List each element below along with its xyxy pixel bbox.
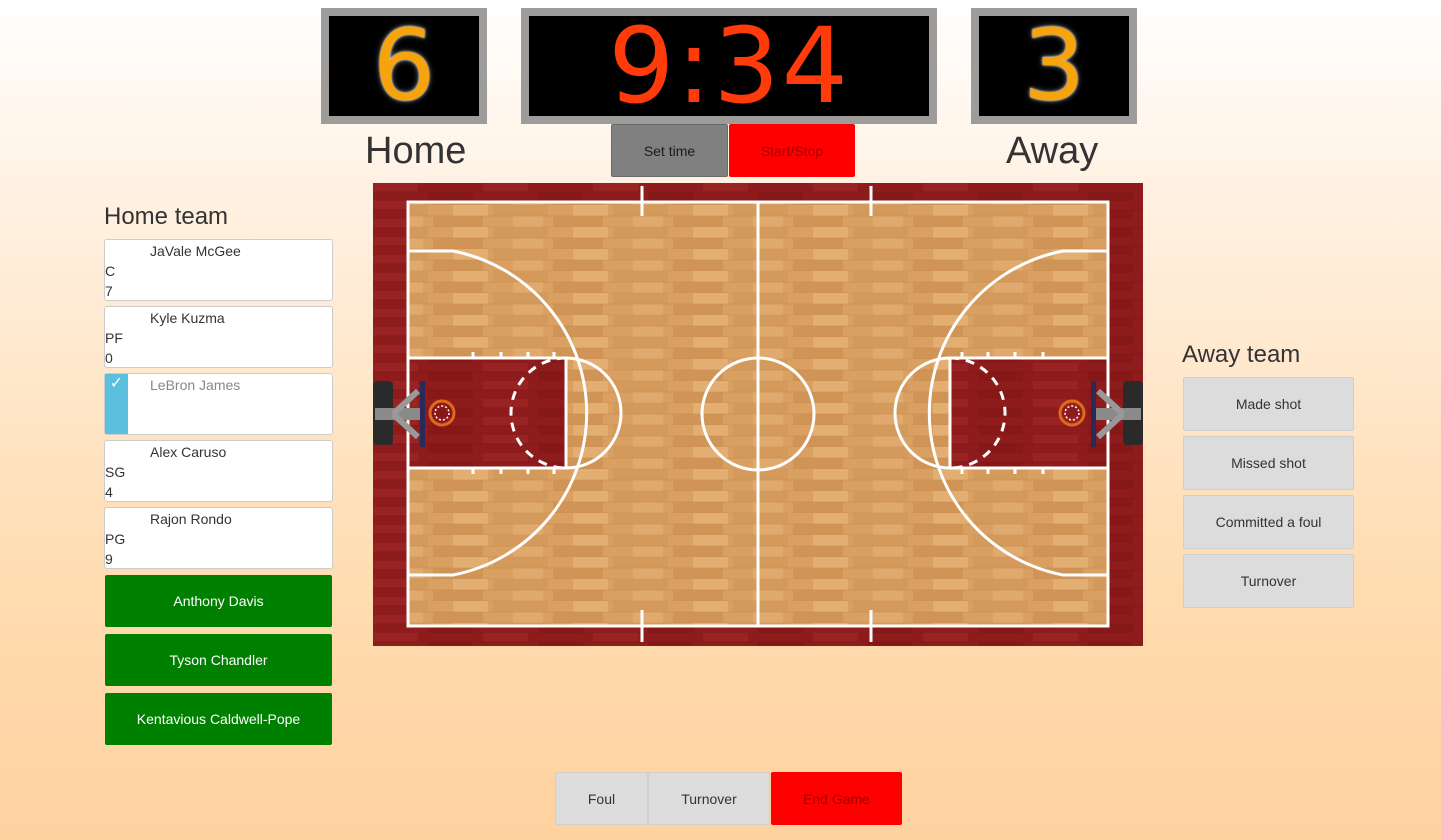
game-clock: 9:34 xyxy=(608,5,850,127)
home-team-title: Home team xyxy=(104,203,229,230)
player-card[interactable]: Kyle Kuzma PF 0 xyxy=(104,306,333,368)
selected-indicator: ✓ xyxy=(105,374,128,434)
basketball-court[interactable] xyxy=(373,183,1143,646)
turnover-button[interactable]: Turnover xyxy=(648,772,770,825)
home-score: 6 xyxy=(372,9,436,123)
player-number: 0 xyxy=(105,350,113,366)
bench-player-button[interactable]: Kentavious Caldwell-Pope xyxy=(105,693,332,745)
missed-shot-button[interactable]: Missed shot xyxy=(1183,436,1354,490)
away-team-title: Away team xyxy=(1182,341,1301,368)
player-position: C xyxy=(105,263,116,279)
game-clock-panel: 9:34 xyxy=(521,8,937,124)
player-name: Kyle Kuzma xyxy=(150,310,225,326)
committed-foul-button[interactable]: Committed a foul xyxy=(1183,495,1354,549)
player-card[interactable]: Alex Caruso SG 4 xyxy=(104,440,333,502)
player-position: PF xyxy=(105,330,123,346)
player-name: Alex Caruso xyxy=(150,444,227,460)
player-number: 9 xyxy=(105,551,113,567)
player-card[interactable]: JaVale McGee C 7 xyxy=(104,239,333,301)
player-name: JaVale McGee xyxy=(150,243,241,259)
set-time-button[interactable]: Set time xyxy=(611,124,728,177)
away-score-panel: 3 xyxy=(971,8,1137,124)
player-number: 7 xyxy=(105,283,113,299)
away-score: 3 xyxy=(1022,9,1086,123)
player-name: LeBron James xyxy=(150,377,241,393)
start-stop-button[interactable]: Start/Stop xyxy=(729,124,855,177)
checkmark-icon: ✓ xyxy=(109,375,124,392)
player-position: PG xyxy=(105,531,126,547)
away-label: Away xyxy=(1006,130,1099,172)
home-label: Home xyxy=(365,130,467,172)
made-shot-button[interactable]: Made shot xyxy=(1183,377,1354,431)
home-score-panel: 6 xyxy=(321,8,487,124)
bench-player-button[interactable]: Anthony Davis xyxy=(105,575,332,627)
player-name: Rajon Rondo xyxy=(150,511,232,527)
bench-player-button[interactable]: Tyson Chandler xyxy=(105,634,332,686)
left-key xyxy=(408,358,566,468)
away-turnover-button[interactable]: Turnover xyxy=(1183,554,1354,608)
player-position: SG xyxy=(105,464,126,480)
end-game-button[interactable]: End Game xyxy=(771,772,902,825)
player-number: 4 xyxy=(105,484,113,500)
player-card-selected[interactable]: ✓ LeBron James xyxy=(104,373,333,435)
player-card[interactable]: Rajon Rondo PG 9 xyxy=(104,507,333,569)
foul-button[interactable]: Foul xyxy=(555,772,648,825)
